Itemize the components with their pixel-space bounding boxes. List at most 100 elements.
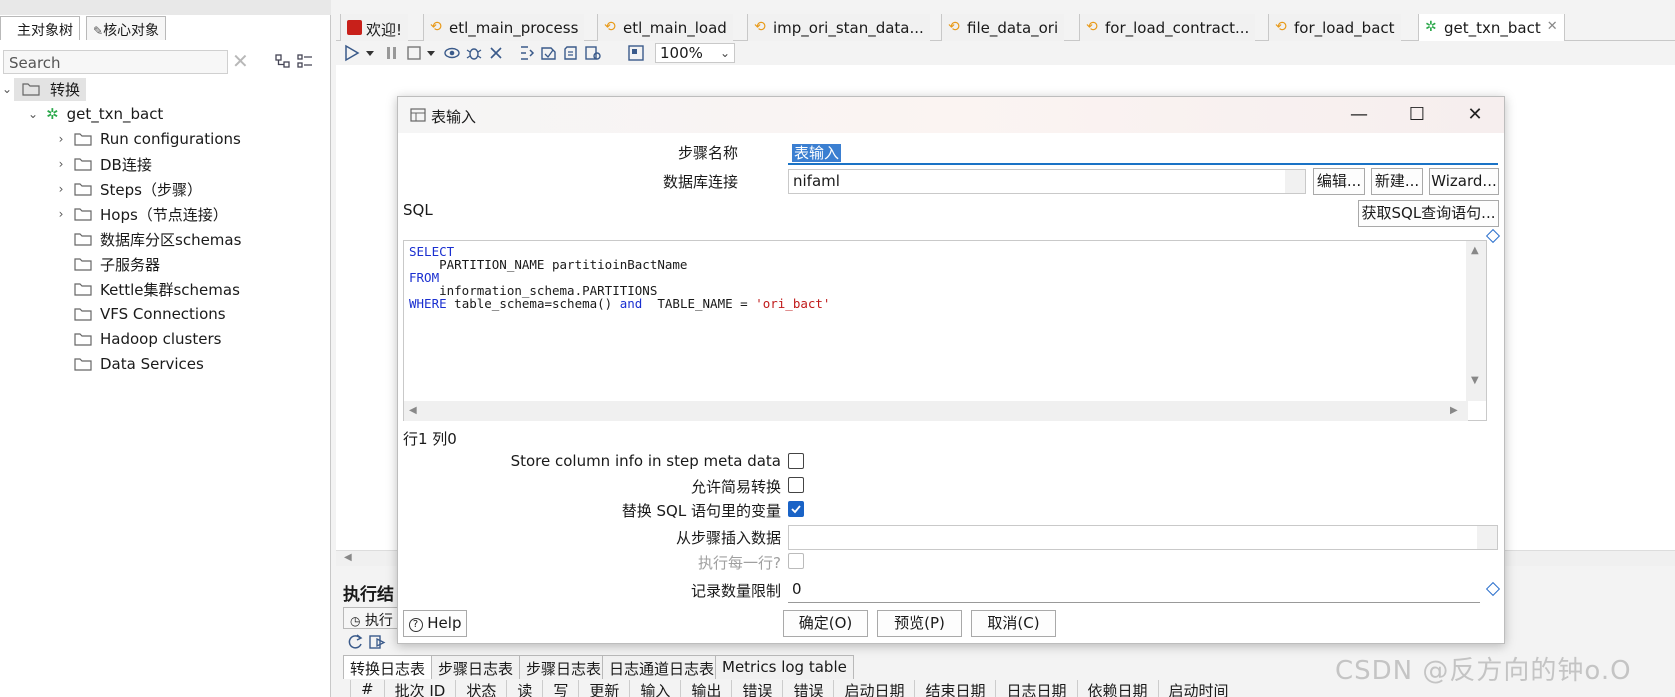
chevron-right-icon[interactable]: › (54, 132, 68, 146)
tree-item-db-connections[interactable]: › DB连接 (54, 152, 152, 176)
search-input[interactable]: Search (3, 50, 228, 74)
scroll-up-icon[interactable]: ▲ (1471, 245, 1479, 256)
explore-db-icon[interactable] (584, 44, 602, 62)
tab-metrics-log[interactable]: Metrics log table (715, 655, 854, 679)
tab-step-log[interactable]: 步骤日志表 (431, 655, 521, 679)
tree-item-run-configurations[interactable]: › Run configurations (54, 127, 241, 151)
wizard-button[interactable]: Wizard... (1429, 168, 1499, 195)
help-button[interactable]: ? Help (403, 610, 467, 637)
chevron-down-icon[interactable]: ⌄ (0, 82, 14, 96)
tab-for-load-contract[interactable]: ⟲ for_load_contract... (1079, 14, 1256, 41)
verify-icon[interactable] (518, 44, 536, 62)
col-header[interactable]: 批次 ID (383, 680, 456, 697)
sql-vertical-scrollbar[interactable]: ▲ ▼ (1466, 241, 1486, 401)
ok-button[interactable]: 确定(O) (783, 610, 868, 637)
replace-variables-checkbox[interactable] (788, 501, 804, 517)
debug-icon[interactable] (465, 44, 483, 62)
execute-each-row-checkbox[interactable] (788, 553, 804, 569)
col-header[interactable]: 错误 (731, 680, 782, 697)
tree-root-transformations[interactable]: ⌄ 转换 (0, 77, 87, 101)
col-header[interactable]: 状态 (455, 680, 506, 697)
close-tab-icon[interactable]: ✕ (1547, 19, 1558, 34)
replay-log-icon[interactable] (368, 633, 386, 651)
col-header[interactable]: 启动时间 (1157, 680, 1239, 697)
tab-etl-main-load[interactable]: ⟲ etl_main_load (597, 14, 733, 41)
tab-imp-ori-stan-data[interactable]: ⟲ imp_ori_stan_data... (747, 14, 930, 41)
run-dropdown-icon[interactable] (364, 44, 376, 62)
new-connection-button[interactable]: 新建... (1371, 168, 1423, 195)
scroll-left-icon[interactable]: ◀ (409, 405, 417, 416)
insert-from-step-select[interactable] (788, 525, 1498, 550)
scroll-right-icon[interactable]: ▶ (1450, 405, 1458, 416)
tree-item-slave-servers[interactable]: 子服务器 (68, 252, 160, 276)
cancel-button[interactable]: 取消(C) (971, 610, 1056, 637)
tab-etl-main-process[interactable]: ⟲ etl_main_process (423, 14, 585, 41)
show-results-icon[interactable] (627, 44, 645, 62)
sql-horizontal-scrollbar[interactable]: ◀ ▶ (404, 401, 1468, 421)
col-header[interactable]: 输出 (680, 680, 731, 697)
tab-step-log-2[interactable]: 步骤日志表 (519, 655, 609, 679)
tab-core-objects[interactable]: ✎核心对象 (86, 16, 167, 40)
col-header[interactable]: 依赖日期 (1076, 680, 1158, 697)
close-icon[interactable]: ✕ (1452, 100, 1498, 130)
tab-trans-log[interactable]: 转换日志表 (343, 655, 433, 679)
tree-item-cluster-schemas[interactable]: Kettle集群schemas (68, 277, 240, 301)
tree-item-data-services[interactable]: Data Services (68, 352, 204, 376)
limit-size-input[interactable]: 0 (788, 578, 1480, 603)
sql-editor[interactable]: SELECT PARTITION_NAME partitioinBactName… (403, 240, 1487, 421)
impact-icon[interactable] (540, 44, 558, 62)
collapse-tree-icon[interactable] (274, 52, 292, 70)
clear-icon[interactable]: ✕ (232, 49, 250, 73)
refresh-icon[interactable] (346, 633, 364, 651)
preview-button[interactable]: 预览(P) (877, 610, 962, 637)
minimize-icon[interactable]: — (1336, 100, 1382, 130)
tab-file-data-ori[interactable]: ⟲ file_data_ori (941, 14, 1065, 41)
col-header[interactable]: # (350, 680, 384, 697)
tree-item-hops[interactable]: › Hops（节点连接） (54, 202, 228, 226)
col-header[interactable]: 错误 (782, 680, 833, 697)
dropdown-button[interactable] (1285, 170, 1305, 193)
col-header[interactable]: 启动日期 (833, 680, 914, 697)
tab-main-tree[interactable]: 主对象树 (0, 16, 80, 40)
run-icon[interactable] (343, 44, 361, 62)
tree-item-partition-schemas[interactable]: 数据库分区schemas (68, 227, 241, 251)
col-header[interactable]: 读 (506, 680, 542, 697)
col-header[interactable]: 日志日期 (995, 680, 1076, 697)
lazy-conversion-checkbox[interactable] (788, 477, 804, 493)
col-header[interactable]: 写 (542, 680, 578, 697)
store-column-info-label: Store column info in step meta data (510, 452, 781, 470)
tab-welcome[interactable]: 欢迎! (340, 14, 409, 41)
tab-for-load-bact[interactable]: ⟲ for_load_bact (1268, 14, 1401, 41)
tab-exec-history[interactable]: ◷ 执行 (343, 607, 400, 629)
tab-get-txn-bact[interactable]: ✲ get_txn_bact ✕ (1418, 14, 1565, 41)
tree-item-vfs-connections[interactable]: VFS Connections (68, 302, 226, 326)
expand-list-icon[interactable] (296, 52, 314, 70)
chevron-right-icon[interactable]: › (54, 207, 68, 221)
step-name-input[interactable]: 表输入 (788, 140, 1498, 165)
maximize-icon[interactable]: ☐ (1394, 100, 1440, 130)
scroll-down-icon[interactable]: ▼ (1471, 375, 1479, 386)
db-connection-select[interactable]: nifaml (788, 169, 1306, 194)
get-sql-button[interactable]: 获取SQL查询语句... (1358, 200, 1499, 227)
edit-connection-button[interactable]: 编辑... (1313, 168, 1365, 195)
preview-icon[interactable] (443, 44, 461, 62)
replay-icon[interactable] (487, 44, 505, 62)
store-column-info-checkbox[interactable] (788, 453, 804, 469)
chevron-right-icon[interactable]: › (54, 157, 68, 171)
col-header[interactable]: 输入 (629, 680, 680, 697)
scroll-left-icon[interactable]: ◀ (344, 552, 352, 563)
chevron-down-icon[interactable]: ⌄ (26, 107, 40, 121)
tree-item-hadoop-clusters[interactable]: Hadoop clusters (68, 327, 221, 351)
col-header[interactable]: 更新 (578, 680, 629, 697)
pause-icon[interactable] (383, 44, 401, 62)
stop-dropdown-icon[interactable] (425, 44, 437, 62)
tree-item-transformation[interactable]: ⌄ ✲ get_txn_bact (26, 102, 163, 126)
stop-icon[interactable] (405, 44, 423, 62)
tab-channel-log[interactable]: 日志通道日志表 (602, 655, 722, 679)
sql-icon[interactable] (562, 44, 580, 62)
dropdown-button[interactable] (1477, 526, 1497, 549)
tree-item-steps[interactable]: › Steps（步骤） (54, 177, 202, 201)
col-header[interactable]: 结束日期 (914, 680, 995, 697)
chevron-right-icon[interactable]: › (54, 182, 68, 196)
zoom-select[interactable]: 100% ⌄ (655, 43, 735, 63)
